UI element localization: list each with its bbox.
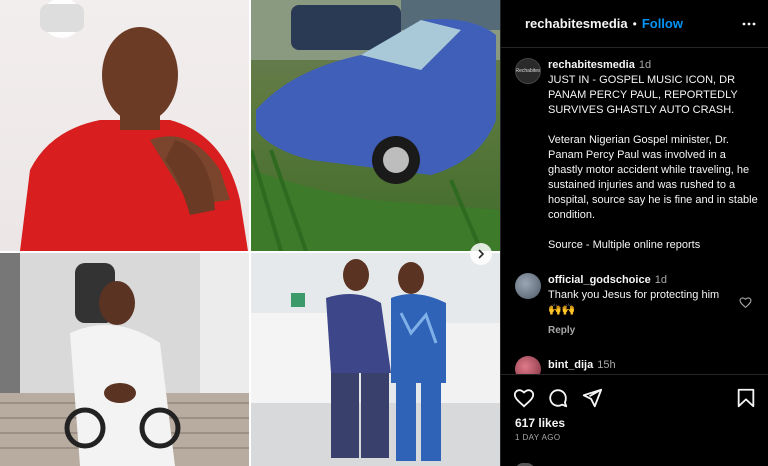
comment-time[interactable]: 1d: [655, 274, 667, 286]
chevron-right-icon: [478, 249, 485, 259]
photo-wheelchair: [0, 253, 249, 466]
comment-item: official_godschoice 1d Thank you Jesus fo…: [548, 273, 738, 318]
bookmark-icon[interactable]: [735, 387, 757, 409]
caption-source: Source - Multiple online reports: [548, 239, 701, 251]
comment-avatar[interactable]: [515, 273, 541, 299]
reply-button[interactable]: Reply: [548, 325, 575, 336]
post-header: rechabitesmedia • Follow: [501, 0, 768, 48]
heart-icon[interactable]: [739, 296, 752, 309]
post-date[interactable]: 1 DAY AGO: [515, 433, 561, 442]
author-avatar-logo-text: Rechabites: [515, 68, 541, 74]
send-icon[interactable]: [581, 387, 603, 409]
header-username[interactable]: rechabitesmedia: [525, 16, 628, 31]
comment-item: bint_dija 15h: [548, 358, 616, 373]
caption-time[interactable]: 1d: [639, 59, 651, 71]
heart-icon[interactable]: [513, 387, 535, 409]
photo-crashed-car-illustration: [251, 0, 500, 251]
caption-headline: JUST IN - GOSPEL MUSIC ICON, DR PANAM PE…: [548, 74, 738, 116]
post-caption: rechabitesmedia 1d JUST IN - GOSPEL MUSIC…: [548, 58, 758, 253]
photo-man-praying: [0, 0, 249, 251]
post-side-panel: rechabitesmedia • Follow Rechabites rech…: [500, 0, 768, 466]
post-actions: 617 likes 1 DAY AGO: [501, 374, 768, 466]
carousel-next-button[interactable]: [470, 243, 492, 265]
comment-icon[interactable]: [547, 387, 569, 409]
author-avatar[interactable]: Rechabites: [515, 58, 541, 84]
header-separator: •: [632, 16, 637, 31]
post-media[interactable]: [0, 0, 500, 466]
photo-man-praying-illustration: [20, 0, 248, 251]
comment-username[interactable]: bint_dija: [548, 359, 593, 371]
comment-emoji: 🙌🙌: [548, 304, 576, 316]
likes-count[interactable]: 617 likes: [515, 416, 565, 430]
comment-time[interactable]: 15h: [597, 359, 615, 371]
caption-username[interactable]: rechabitesmedia: [548, 59, 635, 71]
photo-crashed-car: [251, 0, 500, 251]
photo-wheelchair-illustration: [0, 253, 249, 466]
more-horizontal-icon[interactable]: [741, 16, 757, 32]
photo-hospital-visit: [251, 253, 500, 466]
comment-username[interactable]: official_godschoice: [548, 274, 651, 286]
comment-text: Thank you Jesus for protecting him: [548, 289, 720, 301]
follow-button[interactable]: Follow: [642, 16, 683, 31]
photo-hospital-visit-illustration: [251, 253, 500, 466]
caption-body: Veteran Nigerian Gospel minister, Dr. Pa…: [548, 134, 758, 221]
